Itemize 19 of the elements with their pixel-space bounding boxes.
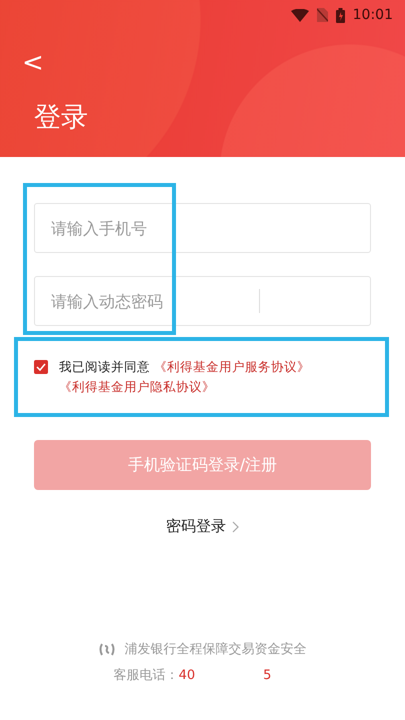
agree-checkbox[interactable] (34, 360, 48, 374)
page-title: 登录 (34, 101, 89, 135)
back-button[interactable]: < (22, 48, 42, 78)
phone-number[interactable]: 5 (263, 668, 272, 682)
no-sim-icon (316, 8, 328, 22)
phone-label: 客服电话： (114, 667, 179, 684)
bank-logo-icon (98, 642, 114, 656)
battery-icon (336, 8, 345, 22)
phone-field[interactable]: 请输入手机号 (34, 203, 371, 253)
guarantee-text: 浦发银行全程保障交易资金安全 (124, 641, 306, 658)
agreement-link[interactable]: 《利得基金用户服务协议》 (154, 359, 310, 374)
agreement-link[interactable]: 《利得基金用户隐私协议》 (59, 379, 215, 394)
wifi-icon (290, 8, 309, 22)
agreement-text: 我已阅读并同意 《利得基金用户服务协议》 《利得基金用户隐私协议》 (59, 358, 311, 396)
phone-number[interactable]: 40 (178, 668, 196, 682)
password-login-link[interactable]: 密码登录 (166, 517, 226, 536)
chevron-right-icon (232, 520, 239, 532)
status-time: 10:01 (352, 7, 393, 23)
code-field[interactable]: 请输入动态密码 (34, 276, 371, 326)
